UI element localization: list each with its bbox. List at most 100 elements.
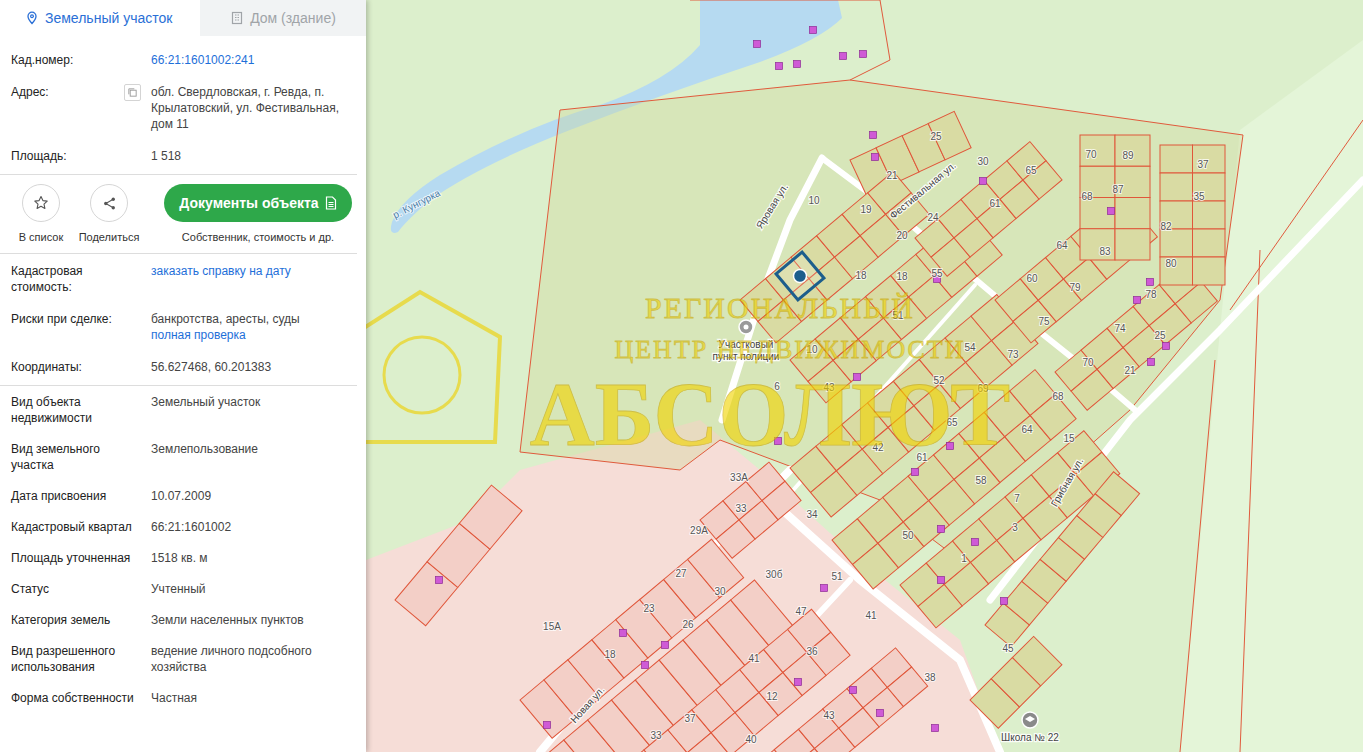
parcel[interactable] (1095, 472, 1139, 516)
watermark-text: РЕГИОНАЛЬНЫЙ (645, 291, 915, 324)
parcel[interactable] (1193, 229, 1226, 257)
details-section: Вид объекта недвижимостиЗемельный участо… (0, 386, 366, 712)
parcel-number: 73 (1007, 349, 1019, 360)
value-text: 1 518 (151, 148, 357, 164)
favorite-action[interactable]: В список (18, 184, 64, 243)
parcel-number: 10 (808, 195, 820, 206)
building (642, 662, 649, 669)
parcel[interactable] (1193, 257, 1226, 285)
value-text: 66:21:1601002 (151, 519, 357, 535)
parcel[interactable] (1193, 145, 1226, 173)
share-button[interactable] (90, 184, 128, 222)
value-link[interactable]: заказать справку на дату (151, 263, 357, 279)
parcel[interactable] (762, 481, 801, 519)
field-label: Форма собственности (11, 690, 151, 706)
parcel[interactable] (1023, 161, 1062, 199)
share-icon (102, 196, 117, 211)
building (1148, 359, 1155, 366)
divider (0, 385, 357, 386)
poi-label: Школа № 22 (1001, 732, 1059, 743)
parcel-number: 1 (961, 553, 967, 564)
parcel-number: 47 (795, 606, 807, 617)
copy-icon[interactable] (124, 84, 141, 101)
map-canvas[interactable]: 2521191024203065617089688737358280648360… (366, 0, 1363, 752)
parcel-number: 21 (886, 170, 898, 181)
tab[interactable]: Дом (здание) (200, 0, 366, 36)
field-value: Земли населенных пунктов (151, 612, 357, 628)
map[interactable]: 2521191024203065617089688737358280648360… (366, 0, 1363, 752)
parcel-number: 29А (690, 525, 708, 536)
parcel-number: 12 (766, 691, 778, 702)
share-action[interactable]: Поделиться (86, 184, 132, 243)
field-row: Адрес:обл. Свердловская, г. Ревда, п. Кр… (0, 84, 366, 132)
parcel-number: 15 (1063, 433, 1075, 444)
cadastral-boundary (520, 80, 1243, 560)
divider (0, 174, 357, 175)
parcel[interactable] (1115, 198, 1150, 229)
field-label: Адрес: (11, 84, 151, 132)
selected-parcel-pin[interactable] (791, 267, 809, 285)
tab-bar: Земельный участокДом (здание) (0, 0, 366, 36)
parcel-number: 23 (643, 603, 655, 614)
parcel[interactable] (1160, 257, 1193, 285)
parcel-number: 65 (1025, 165, 1037, 176)
parcel-number: 54 (964, 342, 976, 353)
parcel[interactable] (1012, 636, 1061, 685)
value-link[interactable]: 66:21:1601002:241 (151, 52, 357, 68)
parcel[interactable] (1080, 135, 1115, 166)
parcel-block (970, 636, 1062, 728)
poi[interactable]: Школа № 22 (1001, 712, 1059, 743)
parcel-number: 61 (989, 198, 1001, 209)
parcel-block (395, 485, 522, 626)
favorite-button[interactable] (22, 184, 60, 222)
parcel-number: 60 (1026, 273, 1038, 284)
documents-button[interactable]: Документы объекта (164, 184, 352, 222)
parcel[interactable] (1115, 229, 1150, 260)
parcel-number: 68 (1081, 191, 1093, 202)
building (850, 687, 857, 694)
field-value: Земельный участок (151, 394, 357, 426)
building (938, 526, 945, 533)
parcel[interactable] (1080, 198, 1115, 229)
parcel[interactable] (1175, 282, 1217, 323)
building (544, 722, 551, 729)
parcel-block (750, 648, 928, 752)
parcel[interactable] (1115, 135, 1150, 166)
field-label: Категория земель (11, 612, 151, 628)
parcel[interactable] (902, 124, 945, 172)
field-row: Кадастровая стоимость:заказать справку н… (0, 263, 366, 295)
parcel[interactable] (1160, 173, 1193, 201)
building (912, 469, 919, 476)
value-text: 1518 кв. м (151, 550, 357, 566)
parcel-number: 75 (1038, 316, 1050, 327)
parcel[interactable] (1160, 145, 1193, 173)
value-link[interactable]: полная проверка (151, 327, 357, 343)
parcel[interactable] (1193, 201, 1226, 229)
field-row: Кадастровый квартал66:21:1601002 (0, 519, 366, 535)
parcel[interactable] (459, 485, 522, 549)
document-icon (325, 196, 337, 210)
value-text: Земли населенных пунктов (151, 612, 357, 628)
parcel[interactable] (1160, 229, 1193, 257)
parcel-number: 36 (806, 646, 818, 657)
parcel[interactable] (1080, 229, 1115, 260)
parcel-number: 33 (735, 503, 747, 514)
parcel[interactable] (928, 111, 971, 159)
parcel-number: 30 (714, 586, 726, 597)
building (1147, 279, 1154, 286)
building (821, 585, 828, 592)
parcel[interactable] (1123, 326, 1165, 367)
meadow (1180, 40, 1363, 752)
value-text: Учтенный (151, 581, 357, 597)
parcel[interactable] (759, 672, 802, 715)
parcel-number: 64 (1056, 240, 1068, 251)
field-row: Вид объекта недвижимостиЗемельный участо… (0, 394, 366, 426)
field-value: заказать справку на дату (151, 263, 357, 295)
building (840, 53, 847, 60)
parcel-number: 45 (1002, 643, 1014, 654)
parcel[interactable] (1193, 173, 1226, 201)
parcel[interactable] (807, 632, 850, 675)
value-text: банкротства, аресты, суды (151, 311, 357, 327)
tab[interactable]: Земельный участок (0, 0, 200, 36)
parcel[interactable] (887, 667, 927, 707)
